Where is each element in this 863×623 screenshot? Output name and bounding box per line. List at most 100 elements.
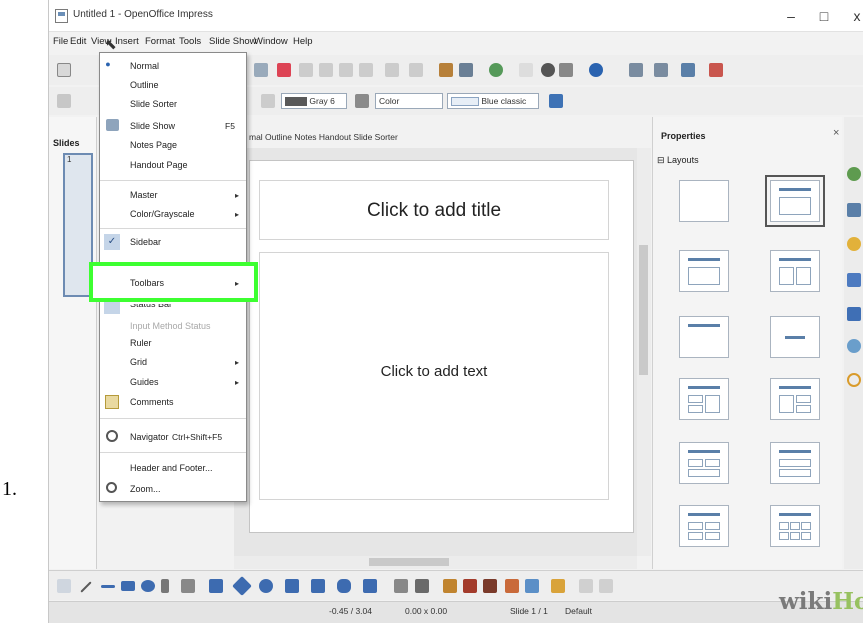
view-menu-notes-page[interactable]: Notes Page — [130, 140, 177, 150]
hyperlink-icon[interactable] — [489, 63, 503, 77]
block-arrows-icon[interactable] — [285, 579, 299, 593]
effects-icon[interactable] — [579, 579, 593, 593]
paste-icon[interactable] — [339, 63, 353, 77]
undo-icon[interactable] — [385, 63, 399, 77]
menu-file[interactable]: File — [53, 36, 68, 47]
copy-icon[interactable] — [319, 63, 333, 77]
zoom-icon[interactable] — [559, 63, 573, 77]
mode-select[interactable]: Color — [375, 93, 443, 109]
from-file-icon[interactable] — [463, 579, 477, 593]
view-menu-slide-sorter[interactable]: Slide Sorter — [130, 99, 177, 109]
basic-shapes-icon[interactable] — [232, 576, 252, 596]
view-menu-normal[interactable]: Normal — [130, 61, 159, 71]
style-select[interactable]: Blue classic — [447, 93, 539, 109]
layout-title-6content[interactable] — [770, 505, 820, 547]
horizontal-scroll-thumb[interactable] — [369, 558, 449, 566]
redo-icon[interactable] — [409, 63, 423, 77]
layout-centered-text[interactable] — [770, 316, 820, 358]
layout-blank[interactable] — [679, 180, 729, 222]
menu-tools[interactable]: Tools — [179, 36, 201, 47]
slide-layout-icon[interactable] — [681, 63, 695, 77]
view-menu-header-footer[interactable]: Header and Footer... — [130, 463, 213, 473]
layout-title-two-content[interactable] — [770, 250, 820, 292]
new-document-icon[interactable] — [57, 63, 71, 77]
view-menu-color-grayscale[interactable]: Color/Grayscale — [130, 209, 195, 219]
minimize-button[interactable]: – — [777, 6, 805, 26]
close-preview-icon[interactable] — [709, 63, 723, 77]
slide-transition-icon[interactable] — [847, 273, 861, 287]
properties-close-icon[interactable]: × — [833, 127, 839, 139]
view-menu-zoom[interactable]: Zoom... — [130, 484, 161, 494]
styles-icon[interactable] — [847, 307, 861, 321]
vertical-scroll-thumb[interactable] — [639, 245, 648, 375]
navigator-icon[interactable] — [541, 63, 555, 77]
transform-icon[interactable] — [599, 579, 613, 593]
layout-title-2content-over-content[interactable] — [679, 442, 729, 484]
fontwork-icon[interactable] — [443, 579, 457, 593]
view-menu-toolbars[interactable]: Toolbars — [130, 278, 164, 288]
spellcheck-icon[interactable] — [254, 63, 268, 77]
chart-icon[interactable] — [439, 63, 453, 77]
text-icon[interactable] — [161, 579, 169, 593]
points-icon[interactable] — [394, 579, 408, 593]
ellipse-icon[interactable] — [141, 580, 155, 592]
help-icon[interactable] — [589, 63, 603, 77]
layout-title-content-over-content[interactable] — [770, 442, 820, 484]
show-draw-functions-icon[interactable] — [519, 63, 533, 77]
extrusion-icon[interactable] — [505, 579, 519, 593]
image-icon[interactable] — [525, 579, 539, 593]
gallery-icon[interactable] — [847, 339, 861, 353]
menu-slide-show[interactable]: Slide Show — [209, 36, 257, 47]
view-menu-outline[interactable]: Outline — [130, 80, 159, 90]
view-menu-guides[interactable]: Guides — [130, 377, 159, 387]
menu-edit[interactable]: Edit — [70, 36, 86, 47]
view-menu-comments[interactable]: Comments — [130, 397, 174, 407]
cut-icon[interactable] — [299, 63, 313, 77]
view-menu-master[interactable]: Master — [130, 190, 158, 200]
spin-icon[interactable] — [261, 94, 275, 108]
view-menu-handout-page[interactable]: Handout Page — [130, 160, 188, 170]
maximize-button[interactable]: □ — [810, 6, 838, 26]
layout-title-only[interactable] — [679, 316, 729, 358]
layout-title-content[interactable] — [765, 175, 825, 227]
gallery-toolbar-icon[interactable] — [483, 579, 497, 593]
symbol-shapes-icon[interactable] — [259, 579, 273, 593]
view-menu-navigator[interactable]: Navigator — [130, 432, 169, 442]
clone-formatting-icon[interactable] — [359, 63, 373, 77]
stars-icon[interactable] — [363, 579, 377, 593]
menu-window[interactable]: Window — [254, 36, 288, 47]
menu-help[interactable]: Help — [293, 36, 313, 47]
line-icon[interactable] — [80, 581, 92, 593]
select-icon[interactable] — [57, 579, 71, 593]
view-menu-status-bar[interactable]: Status Bar — [130, 304, 172, 310]
shadow-icon[interactable] — [549, 94, 563, 108]
color-icon[interactable] — [551, 579, 565, 593]
sidebar-navigator-icon[interactable] — [847, 373, 861, 387]
layouts-section-title[interactable]: ⊟ Layouts — [657, 155, 699, 166]
properties-deck-icon[interactable] — [847, 167, 861, 181]
view-tabs[interactable]: mal Outline Notes Handout Slide Sorter — [249, 132, 398, 142]
view-menu-grid[interactable]: Grid — [130, 357, 147, 367]
arrow-line-icon[interactable] — [101, 585, 115, 588]
autospell-icon[interactable] — [277, 63, 291, 77]
close-button[interactable]: x — [843, 6, 863, 26]
table-icon[interactable] — [459, 63, 473, 77]
menu-format[interactable]: Format — [145, 36, 175, 47]
menu-insert[interactable]: Insert — [115, 36, 139, 47]
layout-title-text[interactable] — [679, 250, 729, 292]
connector-icon[interactable] — [209, 579, 223, 593]
flowchart-icon[interactable] — [311, 579, 325, 593]
layout-title-2content-content[interactable] — [679, 378, 729, 420]
glue-points-icon[interactable] — [415, 579, 429, 593]
slide-icon[interactable] — [629, 63, 643, 77]
layout-title-4content[interactable] — [679, 505, 729, 547]
view-menu-ruler[interactable]: Ruler — [130, 338, 152, 348]
custom-animation-icon[interactable] — [847, 237, 861, 251]
stylist-icon[interactable] — [57, 94, 71, 108]
curve-icon[interactable] — [181, 579, 195, 593]
graphics-mode-icon[interactable] — [355, 94, 369, 108]
layout-title-content-2content[interactable] — [770, 378, 820, 420]
color-select[interactable]: Gray 6 — [281, 93, 347, 109]
callouts-icon[interactable] — [337, 579, 351, 593]
slide-design-icon[interactable] — [654, 63, 668, 77]
